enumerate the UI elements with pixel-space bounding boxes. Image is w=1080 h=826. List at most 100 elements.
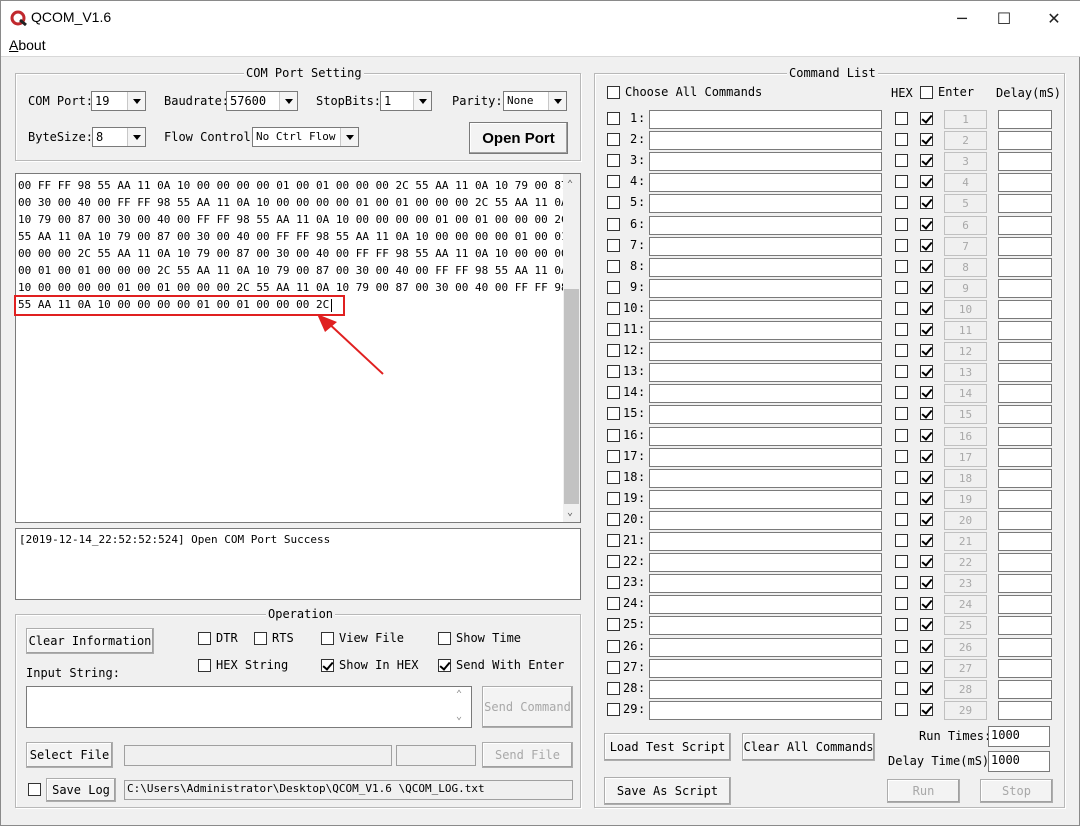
run-times-field[interactable]: 1000	[988, 726, 1050, 747]
command-input[interactable]	[649, 447, 882, 467]
command-enter-checkbox[interactable]	[920, 301, 933, 315]
scrollbar-thumb[interactable]	[564, 289, 579, 504]
command-hex-checkbox[interactable]	[895, 386, 908, 400]
command-delay-input[interactable]	[998, 110, 1052, 129]
command-input[interactable]	[649, 489, 882, 509]
command-select-checkbox[interactable]	[607, 280, 620, 294]
command-input[interactable]	[649, 637, 882, 657]
command-select-checkbox[interactable]	[607, 534, 620, 547]
command-input[interactable]	[649, 700, 882, 720]
log-path-field[interactable]: C:\Users\Administrator\Desktop\QCOM_V1.6…	[124, 780, 573, 800]
send-with-enter-checkbox[interactable]	[438, 659, 451, 672]
run-button[interactable]: Run	[887, 779, 960, 803]
command-send-button[interactable]: 9	[944, 278, 987, 298]
command-input[interactable]	[649, 679, 882, 699]
rts-checkbox[interactable]	[254, 632, 267, 645]
receive-data-area[interactable]: 00 FF FF 98 55 AA 11 0A 10 00 00 00 00 0…	[14, 173, 581, 523]
command-select-checkbox[interactable]	[607, 217, 620, 231]
command-enter-checkbox[interactable]	[920, 407, 933, 421]
command-send-button[interactable]: 5	[944, 194, 987, 214]
command-delay-input[interactable]	[998, 595, 1052, 615]
command-delay-input[interactable]	[998, 405, 1052, 425]
command-delay-input[interactable]	[998, 236, 1052, 256]
command-send-button[interactable]: 14	[944, 384, 987, 404]
open-port-button[interactable]: Open Port	[469, 122, 568, 154]
command-input[interactable]	[649, 194, 882, 214]
command-select-checkbox[interactable]	[607, 618, 620, 632]
command-send-button[interactable]: 1	[944, 110, 987, 129]
command-input[interactable]	[649, 299, 882, 319]
command-send-button[interactable]: 21	[944, 532, 987, 551]
command-enter-checkbox[interactable]	[920, 470, 933, 484]
command-hex-checkbox[interactable]	[895, 449, 908, 463]
baudrate-select[interactable]: 57600	[226, 91, 298, 111]
log-area[interactable]: [2019-12-14_22:52:52:524] Open COM Port …	[15, 528, 581, 600]
command-delay-input[interactable]	[998, 489, 1052, 509]
command-input[interactable]	[649, 152, 882, 172]
command-input[interactable]	[649, 532, 882, 551]
command-send-button[interactable]: 4	[944, 173, 987, 193]
command-enter-checkbox[interactable]	[920, 112, 933, 125]
command-input[interactable]	[649, 321, 882, 340]
command-input[interactable]	[649, 110, 882, 129]
delay-time-field[interactable]: 1000	[988, 751, 1050, 772]
command-enter-checkbox[interactable]	[920, 344, 933, 358]
command-hex-checkbox[interactable]	[895, 280, 908, 294]
command-hex-checkbox[interactable]	[895, 301, 908, 315]
command-enter-checkbox[interactable]	[920, 259, 933, 273]
command-select-checkbox[interactable]	[607, 449, 620, 463]
command-hex-checkbox[interactable]	[895, 365, 908, 379]
command-send-button[interactable]: 13	[944, 363, 987, 383]
command-enter-checkbox[interactable]	[920, 618, 933, 632]
command-select-checkbox[interactable]	[607, 259, 620, 273]
command-send-button[interactable]: 24	[944, 595, 987, 615]
command-enter-checkbox[interactable]	[920, 196, 933, 210]
command-enter-checkbox[interactable]	[920, 217, 933, 231]
receive-scrollbar[interactable]: ⌃ ⌄	[563, 174, 580, 522]
save-log-checkbox[interactable]	[28, 783, 41, 796]
command-send-button[interactable]: 23	[944, 574, 987, 594]
command-input[interactable]	[649, 215, 882, 235]
send-command-button[interactable]: Send Command	[482, 686, 573, 728]
save-as-script-button[interactable]: Save As Script	[604, 777, 731, 805]
scroll-up-icon[interactable]: ⌃	[567, 179, 573, 190]
command-delay-input[interactable]	[998, 278, 1052, 298]
command-input[interactable]	[649, 173, 882, 193]
command-hex-checkbox[interactable]	[895, 196, 908, 210]
command-delay-input[interactable]	[998, 447, 1052, 467]
command-input[interactable]	[649, 257, 882, 277]
command-input[interactable]	[649, 574, 882, 594]
command-send-button[interactable]: 26	[944, 637, 987, 657]
command-delay-input[interactable]	[998, 131, 1052, 151]
command-delay-input[interactable]	[998, 510, 1052, 530]
input-string-field[interactable]	[26, 686, 472, 728]
command-send-button[interactable]: 12	[944, 342, 987, 362]
command-hex-checkbox[interactable]	[895, 555, 908, 569]
command-send-button[interactable]: 28	[944, 679, 987, 699]
command-hex-checkbox[interactable]	[895, 407, 908, 421]
command-send-button[interactable]: 10	[944, 299, 987, 319]
command-select-checkbox[interactable]	[607, 470, 620, 484]
command-hex-checkbox[interactable]	[895, 217, 908, 231]
command-input[interactable]	[649, 131, 882, 151]
clear-information-button[interactable]: Clear Information	[26, 628, 154, 654]
command-delay-input[interactable]	[998, 658, 1052, 678]
dtr-checkbox[interactable]	[198, 632, 211, 645]
command-enter-checkbox[interactable]	[920, 280, 933, 294]
maximize-button[interactable]: ☐	[981, 1, 1027, 35]
command-input[interactable]	[649, 468, 882, 488]
command-delay-input[interactable]	[998, 152, 1052, 172]
show-in-hex-checkbox[interactable]	[321, 659, 334, 672]
command-enter-checkbox[interactable]	[920, 555, 933, 569]
hex-string-checkbox[interactable]	[198, 659, 211, 672]
command-delay-input[interactable]	[998, 532, 1052, 551]
command-select-checkbox[interactable]	[607, 238, 620, 252]
command-hex-checkbox[interactable]	[895, 175, 908, 189]
command-send-button[interactable]: 29	[944, 700, 987, 720]
command-select-checkbox[interactable]	[607, 512, 620, 526]
command-enter-checkbox[interactable]	[920, 323, 933, 336]
command-send-button[interactable]: 3	[944, 152, 987, 172]
command-input[interactable]	[649, 658, 882, 678]
command-select-checkbox[interactable]	[607, 407, 620, 421]
command-delay-input[interactable]	[998, 194, 1052, 214]
